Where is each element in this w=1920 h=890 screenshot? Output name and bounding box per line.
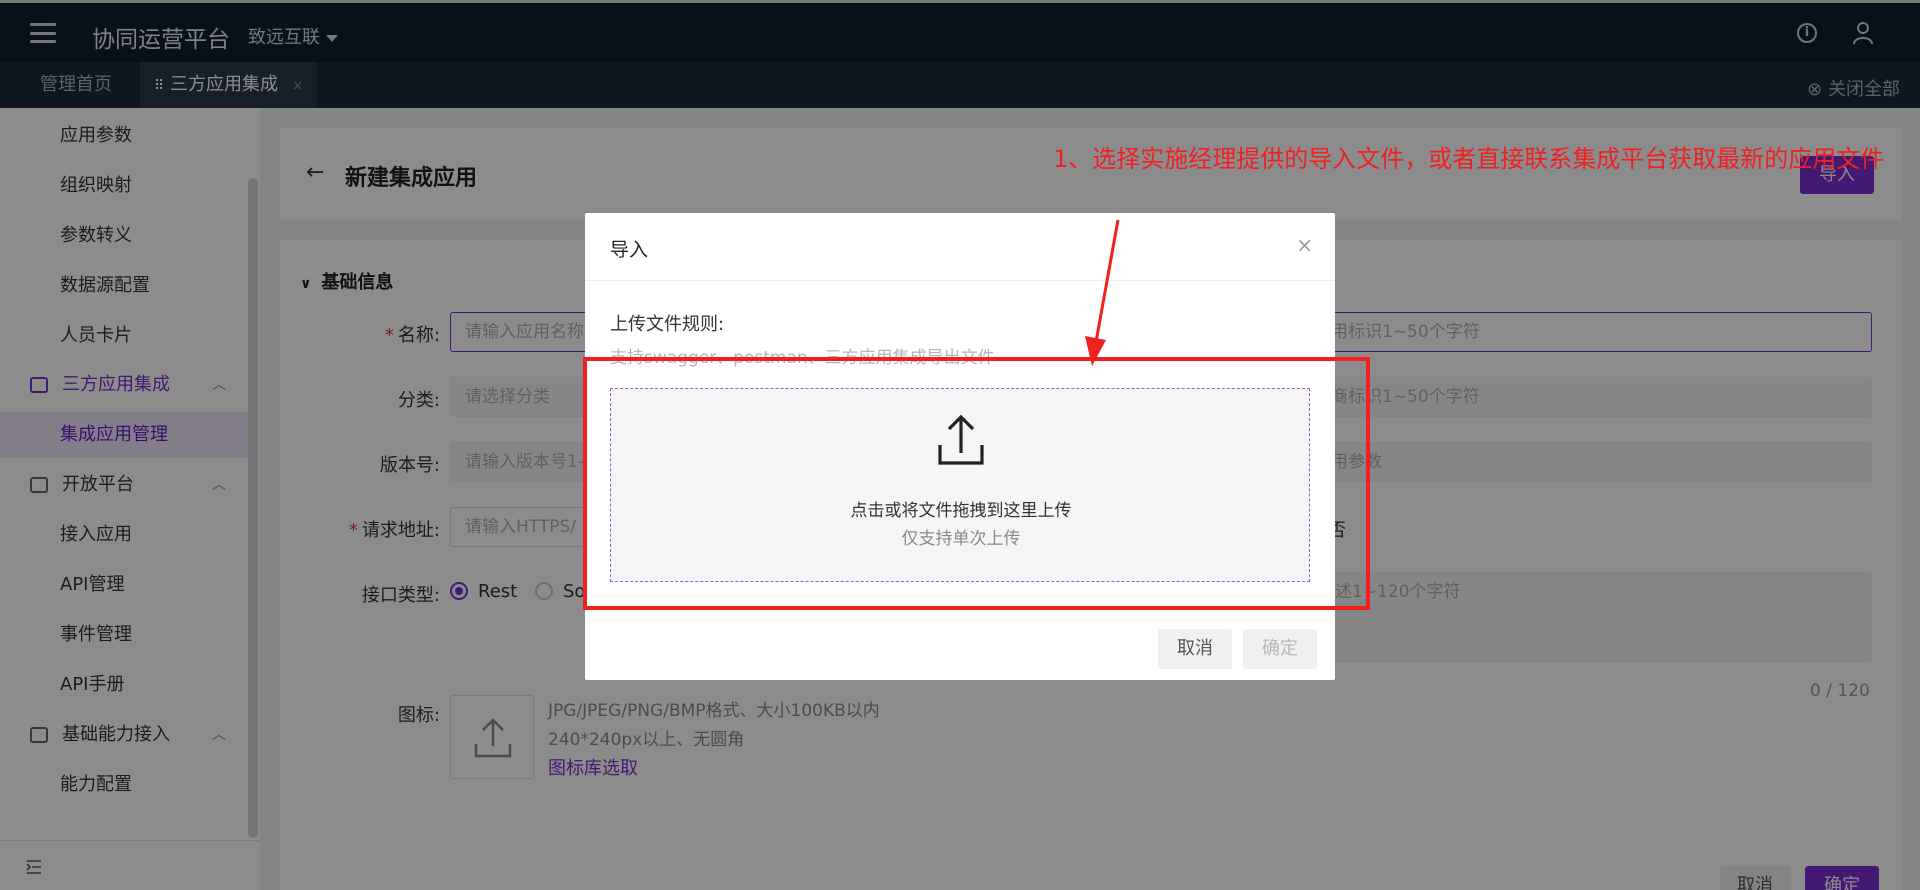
upload-rule-label: 上传文件规则: [610,314,725,335]
annotation-highlight-box [583,357,1370,610]
dialog-title: 导入 [610,239,649,261]
divider [585,280,1335,281]
close-icon[interactable]: × [1296,233,1313,257]
annotation-text: 1、选择实施经理提供的导入文件，或者直接联系集成平台获取最新的应用文件 [1053,145,1885,173]
annotation-arrow [1085,219,1120,366]
dialog-confirm-button[interactable]: 确定 [1243,629,1317,669]
dialog-cancel-button[interactable]: 取消 [1158,629,1232,669]
